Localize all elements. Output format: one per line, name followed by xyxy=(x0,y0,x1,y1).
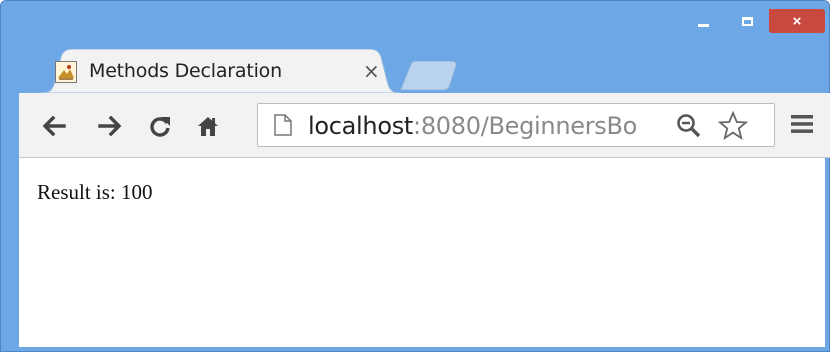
tab-close-button[interactable]: × xyxy=(363,59,380,83)
reload-button[interactable] xyxy=(143,109,177,143)
maximize-icon xyxy=(741,16,753,26)
home-button[interactable] xyxy=(191,109,225,143)
back-arrow-icon xyxy=(42,116,66,136)
forward-button[interactable] xyxy=(93,109,127,143)
result-text: Result is: 100 xyxy=(37,180,153,204)
tab-title: Methods Declaration xyxy=(89,60,282,82)
url-text: localhost:8080/BeginnersBo xyxy=(308,112,637,140)
page-content: Result is: 100 xyxy=(19,158,825,347)
back-button[interactable] xyxy=(37,109,71,143)
bookmark-star-icon[interactable] xyxy=(718,111,748,141)
url-host: localhost xyxy=(308,112,414,140)
reload-icon xyxy=(150,117,170,137)
forward-arrow-icon xyxy=(98,116,122,136)
close-window-button[interactable]: × xyxy=(769,9,825,33)
address-bar[interactable]: localhost:8080/BeginnersBo xyxy=(257,103,775,147)
hamburger-menu-icon[interactable] xyxy=(791,114,813,134)
java-favicon-icon xyxy=(55,61,77,83)
tab-methods-declaration[interactable]: Methods Declaration × xyxy=(41,49,401,93)
window-controls: × xyxy=(681,9,825,33)
maximize-button[interactable] xyxy=(725,9,769,33)
zoom-icon[interactable] xyxy=(676,113,702,139)
minimize-button[interactable] xyxy=(681,9,725,33)
url-path: :8080/BeginnersBo xyxy=(413,112,638,140)
browser-toolbar: localhost:8080/BeginnersBo xyxy=(19,93,830,158)
page-icon xyxy=(274,114,292,136)
close-icon: × xyxy=(792,12,802,30)
browser-window: × Methods Declaration × localhost:8080/B… xyxy=(0,0,830,352)
minimize-icon xyxy=(697,23,709,27)
new-tab-button[interactable] xyxy=(399,61,461,91)
home-icon xyxy=(198,117,218,136)
